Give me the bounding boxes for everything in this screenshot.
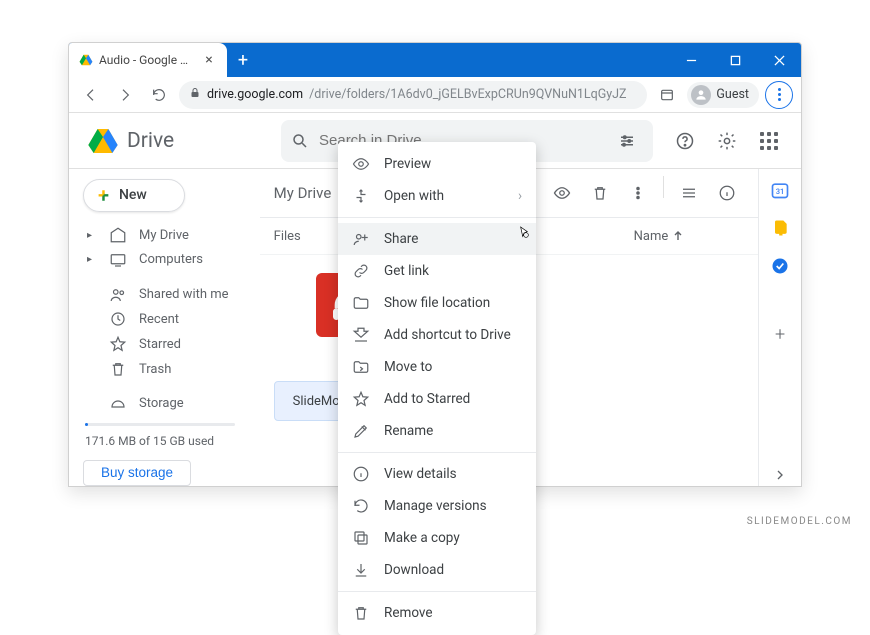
apps-grid-icon[interactable] (751, 123, 787, 159)
forward-button[interactable] (111, 81, 139, 109)
preview-icon[interactable] (545, 176, 579, 210)
ctx-make-copy[interactable]: Make a copy (338, 522, 536, 554)
maximize-button[interactable] (713, 43, 757, 77)
breadcrumb-root[interactable]: My Drive (274, 184, 332, 202)
header-name[interactable]: Name (634, 229, 685, 244)
drive-favicon-icon (79, 53, 93, 67)
calendar-icon[interactable]: 31 (769, 179, 791, 201)
drive-logo-icon (87, 125, 119, 157)
search-icon (291, 132, 309, 150)
drive-logo[interactable]: Drive (87, 125, 267, 157)
plus-icon: + (98, 183, 109, 207)
guest-label: Guest (716, 87, 749, 102)
browser-tab[interactable]: Audio - Google Drive × (69, 43, 227, 77)
titlebar: Audio - Google Drive × + (69, 43, 801, 77)
avatar-icon (691, 85, 711, 105)
more-icon[interactable] (621, 176, 655, 210)
close-window-button[interactable] (757, 43, 801, 77)
sidebar-starred[interactable]: Starred (83, 333, 252, 356)
drive-product-name: Drive (127, 129, 174, 153)
collapse-panel-icon[interactable] (769, 464, 791, 486)
ctx-move-to[interactable]: Move to (338, 351, 536, 383)
ctx-rename[interactable]: Rename (338, 415, 536, 447)
keep-icon[interactable] (769, 217, 791, 239)
ctx-preview[interactable]: Preview (338, 148, 536, 180)
ctx-manage-versions[interactable]: Manage versions (338, 490, 536, 522)
svg-text:31: 31 (776, 187, 785, 196)
ctx-share[interactable]: Share (338, 223, 536, 255)
settings-icon[interactable] (709, 123, 745, 159)
side-panel: 31 + (759, 169, 801, 486)
storage-bar (85, 423, 235, 425)
install-app-icon[interactable] (653, 81, 681, 109)
url-bar: drive.google.com/drive/folders/1A6dv0_jG… (69, 77, 801, 113)
ctx-add-shortcut[interactable]: Add shortcut to Drive (338, 319, 536, 351)
window-controls (669, 43, 801, 77)
new-tab-button[interactable]: + (227, 43, 259, 77)
sidebar-computers[interactable]: ▸Computers (83, 248, 252, 271)
new-button[interactable]: + New (83, 179, 185, 212)
ctx-add-starred[interactable]: Add to Starred (338, 383, 536, 415)
address-bar[interactable]: drive.google.com/drive/folders/1A6dv0_jG… (179, 81, 647, 109)
sidebar-shared[interactable]: Shared with me (83, 283, 252, 306)
sidebar-storage[interactable]: Storage (83, 392, 252, 415)
ctx-download[interactable]: Download (338, 554, 536, 586)
chevron-right-icon: › (518, 188, 522, 204)
ctx-remove[interactable]: Remove (338, 597, 536, 629)
storage-used-text: 171.6 MB of 15 GB used (85, 434, 252, 448)
tab-title: Audio - Google Drive (99, 53, 195, 67)
support-icon[interactable] (667, 123, 703, 159)
context-menu: Preview Open with› Share Get link Show f… (338, 142, 536, 635)
tasks-icon[interactable] (769, 255, 791, 277)
browser-menu-button[interactable] (765, 81, 793, 109)
ctx-show-location[interactable]: Show file location (338, 287, 536, 319)
details-icon[interactable] (710, 176, 744, 210)
tab-close-icon[interactable]: × (201, 53, 217, 67)
reload-button[interactable] (145, 81, 173, 109)
list-view-icon[interactable] (672, 176, 706, 210)
minimize-button[interactable] (669, 43, 713, 77)
watermark: SLIDEMODEL.COM (747, 516, 852, 527)
sidebar-recent[interactable]: Recent (83, 308, 252, 331)
trash-icon[interactable] (583, 176, 617, 210)
url-host: drive.google.com (207, 87, 303, 102)
ctx-view-details[interactable]: View details (338, 458, 536, 490)
profile-guest[interactable]: Guest (687, 82, 759, 108)
ctx-open-with[interactable]: Open with› (338, 180, 536, 212)
sidebar: + New ▸My Drive ▸Computers Shared with m… (69, 169, 260, 486)
back-button[interactable] (77, 81, 105, 109)
cursor-icon (516, 225, 532, 245)
search-filters-icon[interactable] (611, 132, 643, 150)
sidebar-my-drive[interactable]: ▸My Drive (83, 224, 252, 247)
buy-storage-button[interactable]: Buy storage (83, 460, 191, 486)
sort-asc-icon (672, 230, 684, 242)
sidebar-trash[interactable]: Trash (83, 358, 252, 381)
lock-icon (189, 87, 201, 103)
ctx-get-link[interactable]: Get link (338, 255, 536, 287)
add-app-icon[interactable]: + (769, 323, 791, 345)
new-label: New (119, 187, 147, 203)
url-path: /drive/folders/1A6dv0_jGELBvExpCRUn9QVNu… (309, 87, 626, 102)
